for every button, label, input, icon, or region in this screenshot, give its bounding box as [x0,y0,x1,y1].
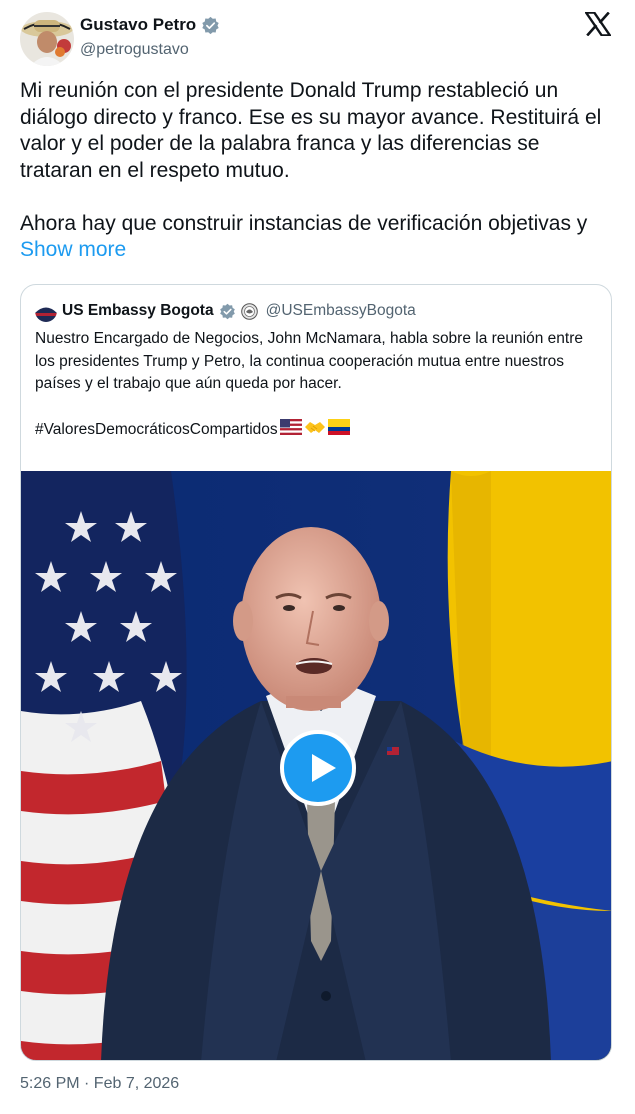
post-text-container: Mi reunión con el presidente Donald Trum… [20,78,615,264]
author-name[interactable]: Gustavo Petro [80,15,196,35]
post-timestamp[interactable]: 5:26 PM · Feb 7, 2026 [20,1075,179,1093]
author-handle[interactable]: @petrogustavo [80,41,220,59]
play-icon [312,754,336,782]
quoted-author-avatar[interactable] [35,300,57,322]
flag-colombia-icon [327,419,350,440]
verified-badge-icon[interactable] [201,16,220,35]
flag-us-icon [279,419,302,440]
tweet-card: Gustavo Petro @petrogustavo Mi reunión c… [0,0,635,1114]
quoted-post-header: US Embassy Bogota @USEmbassyBogota [35,300,416,322]
quoted-post-text: Nuestro Encargado de Negocios, John McNa… [35,330,583,392]
quoted-verified-badge-icon[interactable] [219,303,236,320]
quoted-post[interactable]: US Embassy Bogota @USEmbassyBogota Nuest… [20,284,612,1061]
government-seal-icon [240,302,258,320]
author-avatar[interactable] [20,12,74,66]
author-info: Gustavo Petro @petrogustavo [80,15,220,59]
play-button[interactable] [280,730,356,806]
tweet-header: Gustavo Petro @petrogustavo [20,11,615,66]
quoted-author-name[interactable]: US Embassy Bogota [62,302,214,320]
x-logo-icon[interactable] [584,11,612,37]
quoted-author-handle[interactable]: @USEmbassyBogota [266,302,416,320]
hashtag-link[interactable]: #ValoresDemocráticosCompartidos [35,421,278,439]
handshake-icon [304,419,326,440]
author-name-row: Gustavo Petro [80,15,220,35]
show-more-link[interactable]: Show more [20,238,126,261]
post-text: Mi reunión con el presidente Donald Trum… [20,79,602,235]
quoted-hashtag-row: #ValoresDemocráticosCompartidos [35,419,350,440]
video-player[interactable] [21,471,611,1060]
